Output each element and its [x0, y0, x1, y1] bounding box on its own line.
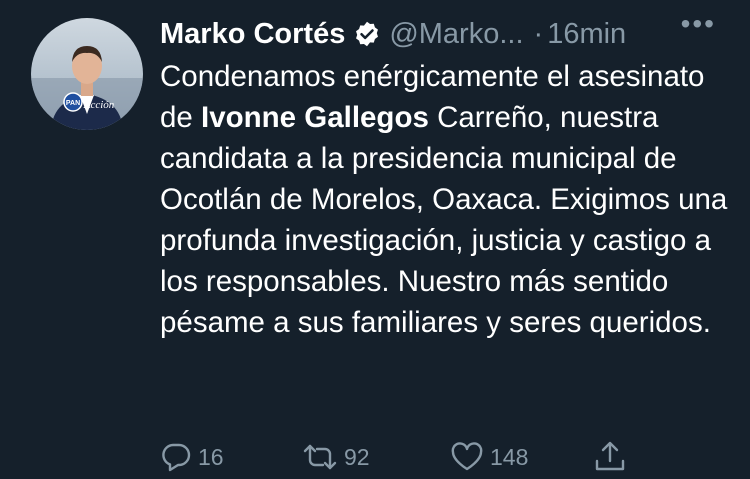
reply-button[interactable]: 16: [160, 440, 224, 474]
tweet: PAN Acción Marko Cortés @Marko... · 16mi…: [0, 0, 750, 479]
reply-count: 16: [198, 443, 224, 470]
verified-badge-icon: [353, 20, 381, 48]
avatar[interactable]: PAN Acción: [31, 18, 143, 130]
tweet-header: Marko Cortés @Marko... · 16min: [160, 14, 740, 54]
like-count: 148: [490, 443, 529, 470]
author-name[interactable]: Marko Cortés: [160, 18, 345, 51]
tweet-text-bold: Ivonne Gallegos: [201, 101, 429, 134]
avatar-badge-text: PAN: [66, 100, 80, 107]
avatar-caption-text: Acción: [83, 99, 115, 111]
retweet-button[interactable]: 92: [302, 440, 370, 474]
reply-icon: [160, 442, 192, 472]
share-icon: [593, 441, 627, 473]
like-button[interactable]: 148: [450, 440, 528, 474]
separator-dot: ·: [533, 17, 544, 50]
share-button[interactable]: [593, 440, 627, 474]
tweet-text-part2: Carreño, nuestra candidata a la presiden…: [160, 101, 728, 339]
more-icon[interactable]: •••: [681, 8, 716, 40]
timestamp[interactable]: 16min: [547, 18, 626, 51]
action-bar: 16 92 148: [160, 440, 640, 474]
retweet-count: 92: [344, 443, 370, 470]
tweet-text: Condenamos enérgicamente el asesinato de…: [160, 56, 730, 343]
like-icon: [450, 442, 484, 472]
author-handle[interactable]: @Marko...: [389, 18, 523, 51]
retweet-icon: [302, 442, 338, 472]
